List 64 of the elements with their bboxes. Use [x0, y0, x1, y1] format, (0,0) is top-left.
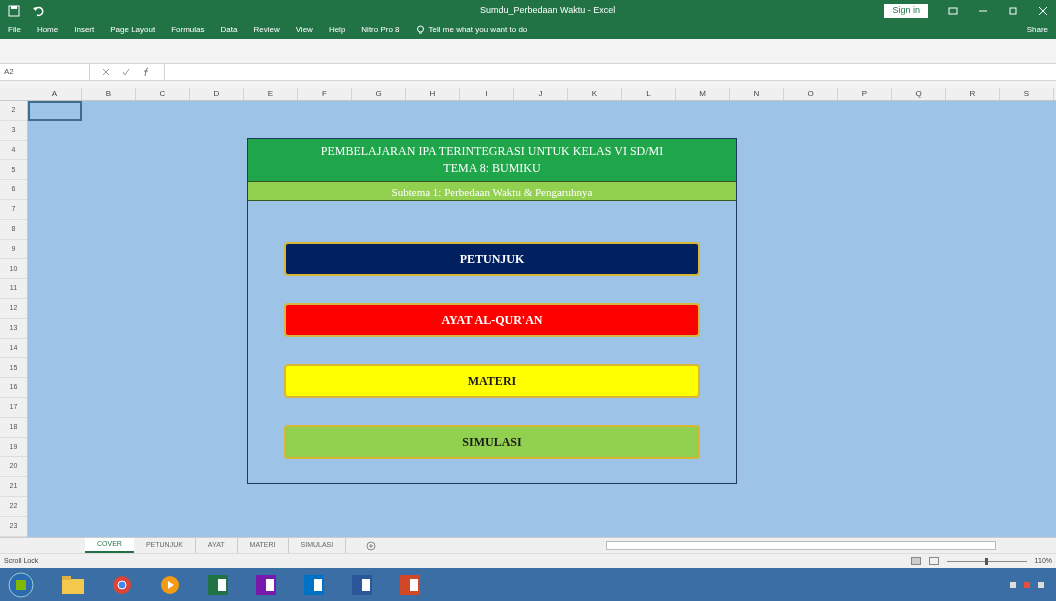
column-header[interactable]: A: [28, 88, 82, 100]
panel-theme: TEMA 8: BUMIKU: [443, 160, 541, 177]
folder-icon[interactable]: [62, 575, 84, 594]
column-header[interactable]: B: [82, 88, 136, 100]
restore-icon[interactable]: [1008, 5, 1018, 16]
column-header[interactable]: Q: [892, 88, 946, 100]
column-header[interactable]: E: [244, 88, 298, 100]
ribbon-tab[interactable]: File: [8, 24, 21, 36]
menu-button[interactable]: PETUNJUK: [284, 242, 700, 276]
horizontal-scrollbar[interactable]: [606, 541, 997, 550]
column-header[interactable]: S: [1000, 88, 1054, 100]
tell-me-field[interactable]: Tell me what you want to do: [428, 24, 528, 36]
column-header[interactable]: R: [946, 88, 1000, 100]
ribbon-tab[interactable]: Nitro Pro 8: [361, 24, 400, 36]
menu-button[interactable]: MATERI: [284, 364, 700, 398]
ribbon-tab[interactable]: Home: [36, 24, 59, 36]
ribbon-tab[interactable]: Review: [253, 24, 280, 36]
media-player-icon[interactable]: [160, 574, 180, 595]
ribbon-tab[interactable]: View: [295, 24, 313, 36]
column-header[interactable]: P: [838, 88, 892, 100]
column-header[interactable]: D: [190, 88, 244, 100]
column-header[interactable]: J: [514, 88, 568, 100]
menu-button[interactable]: SIMULASI: [284, 425, 700, 459]
add-sheet-icon[interactable]: [366, 540, 377, 551]
lightbulb-icon: [415, 25, 425, 35]
ribbon-tab[interactable]: Help: [328, 24, 346, 36]
ribbon-tab[interactable]: Insert: [74, 24, 95, 36]
close-icon[interactable]: [1038, 5, 1048, 16]
start-icon[interactable]: [8, 571, 34, 598]
column-header[interactable]: F: [298, 88, 352, 100]
spreadsheet-app-icon[interactable]: [208, 574, 228, 595]
menu-button[interactable]: AYAT AL-QUR'AN: [284, 303, 700, 337]
check-icon[interactable]: [122, 68, 130, 76]
page-layout-icon[interactable]: [928, 557, 939, 565]
selected-cell[interactable]: [28, 101, 82, 121]
column-header[interactable]: M: [676, 88, 730, 100]
share-button[interactable]: Share: [1026, 24, 1048, 36]
save-icon[interactable]: [8, 4, 20, 17]
sign-in-button[interactable]: Sign in: [884, 3, 928, 18]
column-header[interactable]: K: [568, 88, 622, 100]
ribbon-tab[interactable]: Data: [220, 24, 238, 36]
column-header[interactable]: L: [622, 88, 676, 100]
column-header[interactable]: H: [406, 88, 460, 100]
cancel-icon[interactable]: [102, 68, 110, 76]
presentation-app-icon[interactable]: [400, 574, 420, 595]
document-app-icon[interactable]: [352, 574, 372, 595]
column-header[interactable]: O: [784, 88, 838, 100]
column-header[interactable]: G: [352, 88, 406, 100]
panel-title: PEMBELAJARAN IPA TERINTEGRASI UNTUK KELAS VI SD/MI: [320, 143, 664, 160]
normal-view-icon[interactable]: [910, 557, 921, 565]
name-box[interactable]: A2: [0, 64, 90, 80]
mail-app-icon[interactable]: [304, 574, 324, 595]
ribbon-tab[interactable]: Formulas: [171, 24, 205, 36]
ribbon-display-icon[interactable]: [948, 5, 958, 16]
column-header[interactable]: C: [136, 88, 190, 100]
ribbon-tab[interactable]: Page Layout: [110, 24, 156, 36]
undo-icon[interactable]: [32, 4, 44, 17]
zoom-slider-thumb[interactable]: [985, 557, 989, 565]
panel-subtitle: Subtema 1: Perbedaan Waktu & Pengaruhnya: [248, 181, 736, 201]
notebook-app-icon[interactable]: [256, 574, 276, 595]
window-title: Sumdu_Perbedaan Waktu - Excel: [480, 3, 616, 17]
browser-icon[interactable]: [112, 574, 132, 595]
column-header[interactable]: N: [730, 88, 784, 100]
column-header[interactable]: I: [460, 88, 514, 100]
